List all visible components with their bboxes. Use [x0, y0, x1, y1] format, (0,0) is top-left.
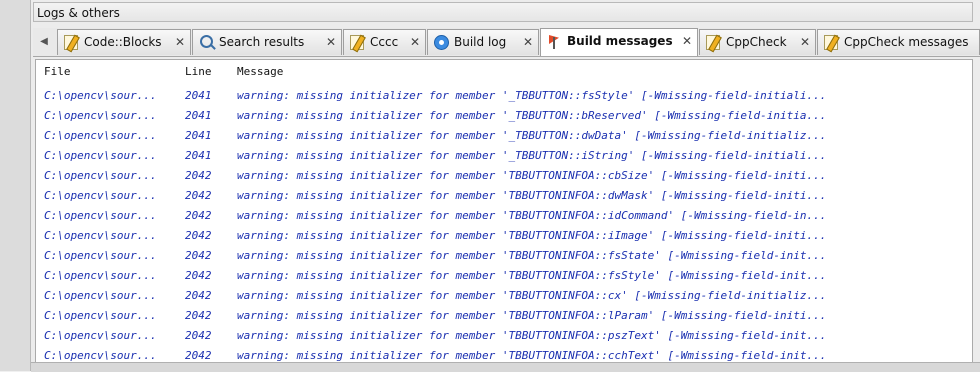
tab-close-icon[interactable]: ✕ [410, 30, 420, 54]
tab-close-icon[interactable]: ✕ [175, 30, 185, 54]
tab-label: Search results [219, 35, 305, 49]
message-cell: warning: missing initializer for member … [237, 89, 827, 102]
file-cell: C:\opencv\sour... [44, 289, 157, 302]
message-cell: warning: missing initializer for member … [237, 109, 827, 122]
table-row[interactable]: C:\opencv\sour... 2042 warning: missing in… [36, 186, 972, 206]
table-row[interactable]: C:\opencv\sour... 2041 warning: missing in… [36, 146, 972, 166]
pencil-doc-icon [824, 35, 838, 50]
line-cell: 2041 [185, 89, 212, 102]
table-row[interactable]: C:\opencv\sour... 2042 warning: missing in… [36, 286, 972, 306]
tab-build-log[interactable]: Build log ✕ [427, 29, 539, 55]
file-cell: C:\opencv\sour... [44, 129, 157, 142]
file-cell: C:\opencv\sour... [44, 309, 157, 322]
file-cell: C:\opencv\sour... [44, 109, 157, 122]
table-row[interactable]: C:\opencv\sour... 2041 warning: missing in… [36, 106, 972, 126]
tab-label: Build log [454, 35, 507, 49]
left-gutter [0, 0, 31, 371]
column-header-message[interactable]: Message [237, 60, 283, 84]
line-cell: 2042 [185, 309, 212, 322]
file-cell: C:\opencv\sour... [44, 89, 157, 102]
tab-label: Cccc [370, 35, 399, 49]
message-cell: warning: missing initializer for member … [237, 229, 827, 242]
tab-label: CppCheck messages [844, 35, 969, 49]
message-cell: warning: missing initializer for member … [237, 329, 827, 342]
column-header-file[interactable]: File [44, 60, 71, 84]
panel-title: Logs & others [33, 2, 973, 22]
list-header: File Line Message [36, 60, 972, 84]
line-cell: 2042 [185, 289, 212, 302]
tab-build-messages[interactable]: Build messages ✕ [540, 28, 698, 56]
tab-search-results[interactable]: Search results ✕ [192, 29, 342, 55]
line-cell: 2042 [185, 209, 212, 222]
table-row[interactable]: C:\opencv\sour... 2042 warning: missing in… [36, 246, 972, 266]
line-cell: 2041 [185, 109, 212, 122]
tab-close-icon[interactable]: ✕ [682, 29, 692, 53]
tab-label: Build messages [567, 34, 673, 48]
flag-icon [547, 34, 561, 49]
line-cell: 2042 [185, 249, 212, 262]
pencil-doc-icon [64, 35, 78, 50]
file-cell: C:\opencv\sour... [44, 189, 157, 202]
tab-label: CppCheck [726, 35, 787, 49]
tab-close-icon[interactable]: ✕ [326, 30, 336, 54]
table-row[interactable]: C:\opencv\sour... 2042 warning: missing in… [36, 206, 972, 226]
file-cell: C:\opencv\sour... [44, 269, 157, 282]
gear-icon [434, 35, 449, 50]
line-cell: 2041 [185, 149, 212, 162]
tab-cppcheck[interactable]: CppCheck ✕ [699, 29, 816, 55]
message-cell: warning: missing initializer for member … [237, 309, 827, 322]
tab-scroll-left-icon[interactable]: ◀ [33, 31, 55, 53]
line-cell: 2042 [185, 269, 212, 282]
tab-close-icon[interactable]: ✕ [800, 30, 810, 54]
file-cell: C:\opencv\sour... [44, 169, 157, 182]
message-cell: warning: missing initializer for member … [237, 249, 827, 262]
message-cell: warning: missing initializer for member … [237, 269, 827, 282]
file-cell: C:\opencv\sour... [44, 329, 157, 342]
file-cell: C:\opencv\sour... [44, 249, 157, 262]
tab-bar: ◀ Code::Blocks ✕ Search results ✕ Cccc ✕… [33, 28, 980, 57]
message-cell: warning: missing initializer for member … [237, 129, 827, 142]
table-row[interactable]: C:\opencv\sour... 2042 warning: missing in… [36, 266, 972, 286]
file-cell: C:\opencv\sour... [44, 149, 157, 162]
file-cell: C:\opencv\sour... [44, 229, 157, 242]
line-cell: 2042 [185, 329, 212, 342]
line-cell: 2042 [185, 189, 212, 202]
tab-close-icon[interactable]: ✕ [523, 30, 533, 54]
logs-panel: Logs & others ◀ Code::Blocks ✕ Search re… [31, 0, 980, 371]
build-messages-list[interactable]: File Line Message C:\opencv\sour... 2041 w… [35, 59, 973, 364]
column-header-line[interactable]: Line [185, 60, 212, 84]
table-row[interactable]: C:\opencv\sour... 2041 warning: missing in… [36, 86, 972, 106]
table-row[interactable]: C:\opencv\sour... 2042 warning: missing in… [36, 326, 972, 346]
line-cell: 2042 [185, 229, 212, 242]
message-cell: warning: missing initializer for member … [237, 209, 827, 222]
table-row[interactable]: C:\opencv\sour... 2042 warning: missing in… [36, 166, 972, 186]
message-cell: warning: missing initializer for member … [237, 189, 827, 202]
message-cell: warning: missing initializer for member … [237, 169, 827, 182]
tab-label: Code::Blocks [84, 35, 162, 49]
line-cell: 2042 [185, 169, 212, 182]
search-icon [200, 35, 213, 48]
pencil-doc-icon [350, 35, 364, 50]
message-cell: warning: missing initializer for member … [237, 149, 827, 162]
table-row[interactable]: C:\opencv\sour... 2041 warning: missing in… [36, 126, 972, 146]
file-cell: C:\opencv\sour... [44, 209, 157, 222]
line-cell: 2041 [185, 129, 212, 142]
pencil-doc-icon [706, 35, 720, 50]
tab-cccc[interactable]: Cccc ✕ [343, 29, 426, 55]
table-row[interactable]: C:\opencv\sour... 2042 warning: missing in… [36, 226, 972, 246]
message-cell: warning: missing initializer for member … [237, 289, 827, 302]
tab-cppcheck-messages[interactable]: CppCheck messages [817, 29, 980, 55]
tab-codeblocks[interactable]: Code::Blocks ✕ [57, 29, 191, 55]
table-row[interactable]: C:\opencv\sour... 2042 warning: missing in… [36, 306, 972, 326]
